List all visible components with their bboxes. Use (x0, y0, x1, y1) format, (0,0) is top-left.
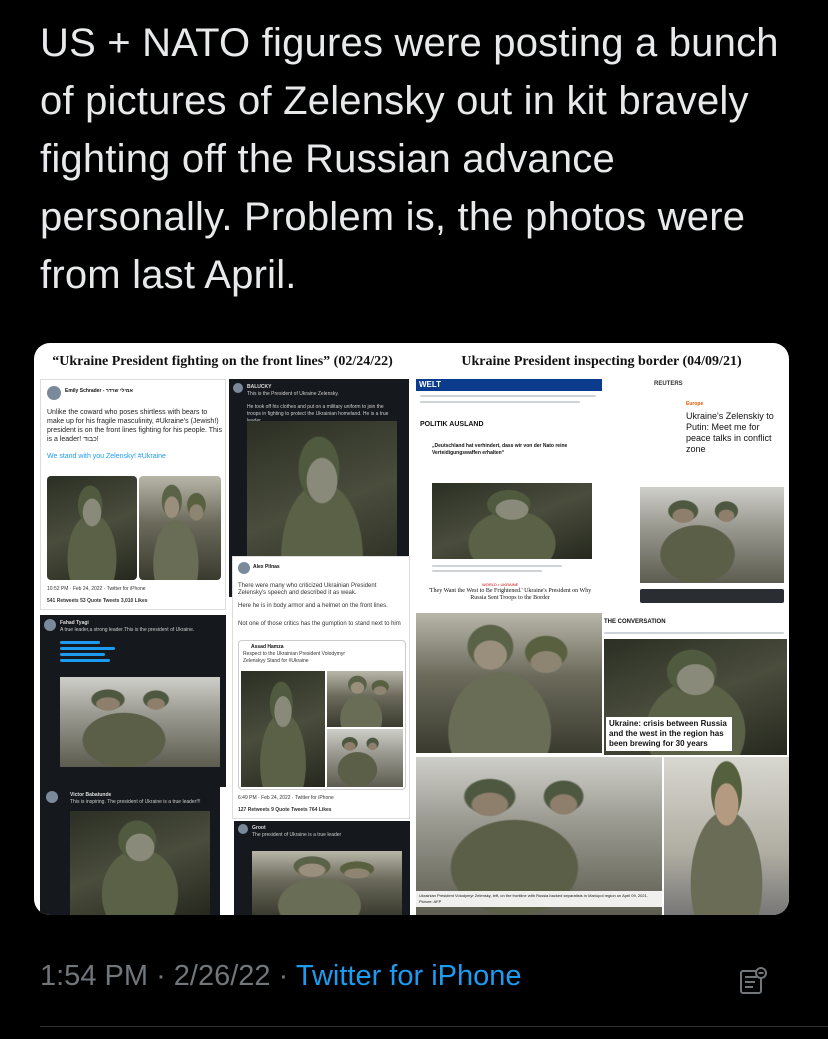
tweet-footer: 6:49 PM · Feb 24, 2022 · Twitter for iPh… (238, 795, 334, 801)
nav-line (420, 401, 580, 403)
tweet-body: The president of Ukraine is a true leade… (252, 832, 342, 838)
quote-author: Assad Hamza (251, 644, 284, 650)
divider (40, 1026, 828, 1027)
meta-separator: · (156, 960, 166, 992)
tweet-body: Unlike the coward who poses shirtless wi… (47, 409, 222, 443)
avatar (238, 562, 250, 574)
tweet-photo (70, 811, 210, 915)
tweet-stats: 541 Retweets 53 Quote Tweets 3,010 Likes (47, 598, 148, 604)
conversation-caption: Ukraine: crisis between Russia and the w… (606, 717, 732, 751)
caption-line (432, 565, 562, 567)
tweet-author: Emily Schrader - אמילי שרדר (65, 388, 133, 394)
reuters-logo: REUTERS (654, 381, 683, 387)
tweet-stats: 127 Retweets 9 Quote Tweets 764 Likes (238, 807, 332, 813)
frontline-caption: Ukrainian President Volodymyr Zelensky, … (416, 891, 662, 907)
tweet-body-3: Not one of those critics has the gumptio… (238, 621, 401, 627)
hashtag-line (60, 653, 105, 656)
embedded-tweet-emily: Emily Schrader - אמילי שרדר Unlike the c… (40, 379, 226, 610)
tweet-photo (47, 476, 137, 580)
embedded-tweet-groot: Groot The president of Ukraine is a true… (234, 821, 410, 915)
tweet-meta: 1:54 PM · 2/26/22 · Twitter for iPhone (40, 960, 522, 993)
welt-headline: „Deutschland hat verhindert, dass wir vo… (432, 443, 568, 456)
reuters-article: REUTERS Europe Ukraine's Zelenskiy to Pu… (604, 379, 784, 617)
tweet-body: A true leader,a strong leader.This is th… (60, 627, 195, 633)
embedded-tweet-fahad: Fahad Tyagi A true leader,a strong leade… (40, 615, 226, 787)
nav-line (604, 632, 784, 634)
caption-line (432, 570, 542, 572)
welt-section: POLITIK AUSLAND (420, 421, 484, 428)
portrait-photo (664, 757, 789, 915)
tweet-photo (60, 677, 220, 767)
reuters-tag: Europe (686, 401, 704, 407)
welt-article: WELT POLITIK AUSLAND „Deutschland hat ve… (416, 379, 602, 611)
world-headline: 'They Want the West to Be Frightened.' U… (428, 588, 592, 601)
avatar (46, 791, 58, 803)
collage-divider (411, 343, 414, 915)
welt-photo (432, 483, 592, 559)
tweet-body: This is the President of Ukraine Zelensk… (247, 391, 339, 397)
welt-topbar: WELT (416, 379, 602, 391)
tweet-source-link[interactable]: Twitter for iPhone (296, 960, 522, 992)
avatar (238, 824, 248, 834)
tweet-body: There were many who criticized Ukrainian… (238, 583, 377, 596)
conversation-logo: THE CONVERSATION (604, 619, 666, 625)
tweet-date[interactable]: 2/26/22 (174, 960, 271, 992)
conversation-article: THE CONVERSATION Ukraine: crisis between… (602, 617, 789, 755)
tweet-text: US + NATO figures were posting a bunch o… (40, 21, 779, 297)
tweet-footer: 10:52 PM · Feb 24, 2022 · Twitter for iP… (47, 586, 146, 592)
reuters-headline: Ukraine's Zelenskiy to Putin: Meet me fo… (686, 411, 774, 454)
meta-separator: · (278, 960, 289, 992)
nav-line (420, 395, 596, 397)
quote-photo (241, 671, 325, 787)
world-tag: WORLD • UKRAINE (482, 582, 519, 587)
tweet-body-2: Here he is in body armor and a helmet on… (238, 603, 388, 609)
tweet-author: BALUCKY (247, 384, 272, 390)
embedded-tweet-victor: Victor Babatunde This is inspiring. The … (40, 787, 220, 915)
tweet-author: Fahad Tyagi (60, 620, 89, 626)
reuters-caption-bar (640, 589, 784, 603)
welt-logo: WELT (419, 380, 442, 389)
avatar (47, 386, 61, 400)
left-media-title: “Ukraine President fighting on the front… (52, 354, 393, 369)
trench-photo (416, 613, 602, 753)
tweet-author: Alex Pilnas (253, 564, 280, 570)
embedded-tweet-alex: Alex Pilnas There were many who criticiz… (232, 556, 410, 819)
tweet-body-2: We stand with you Zelensky! #Ukraine (47, 453, 166, 460)
tweet-author: Groot (252, 825, 266, 831)
hashtag-line (60, 659, 110, 662)
quote-photo (327, 671, 403, 727)
tweet-media-image[interactable]: “Ukraine President fighting on the front… (34, 343, 789, 915)
analytics-icon[interactable] (737, 965, 769, 997)
tweet-body: This is inspiring. The president of Ukra… (70, 799, 201, 805)
tweet-author: Victor Babatunde (70, 792, 112, 798)
avatar (233, 383, 243, 393)
hashtag-line (60, 641, 100, 644)
quote-photo (327, 729, 403, 787)
hashtag-line (60, 647, 115, 650)
reuters-photo (640, 487, 784, 583)
quote-body: Respect to the Ukrainian President Volod… (243, 651, 345, 664)
tweet-photo (252, 851, 402, 915)
right-media-title: Ukraine President inspecting border (04/… (461, 354, 742, 369)
tweet-photo (139, 476, 221, 580)
quoted-tweet: Assad Hamza Respect to the Ukrainian Pre… (238, 640, 406, 790)
avatar (44, 619, 56, 631)
tweet-time[interactable]: 1:54 PM (40, 960, 148, 992)
